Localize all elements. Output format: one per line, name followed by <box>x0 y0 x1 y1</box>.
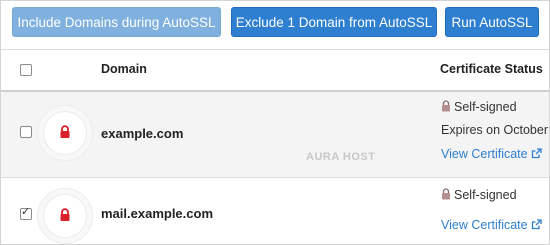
column-header-domain[interactable]: Domain <box>101 62 147 76</box>
lock-icon <box>60 125 70 138</box>
ssl-status-badge <box>43 111 87 155</box>
lock-icon <box>60 208 70 221</box>
external-link-icon <box>531 148 542 159</box>
table-header: Domain Certificate Status <box>1 49 549 92</box>
exclude-domain-button[interactable]: Exclude 1 Domain from AutoSSL <box>231 7 437 37</box>
table-row: example.com Self-signed Expires on Octob… <box>1 92 549 178</box>
include-domains-button[interactable]: Include Domains during AutoSSL <box>12 7 221 37</box>
select-all-checkbox[interactable] <box>20 64 32 76</box>
ssl-status-badge <box>43 194 87 238</box>
view-certificate-link[interactable]: View Certificate <box>441 218 542 232</box>
table-row: mail.example.com Self-signed View Certif… <box>1 178 549 244</box>
run-autossl-button[interactable]: Run AutoSSL <box>445 7 539 37</box>
domain-name: mail.example.com <box>101 206 213 221</box>
autossl-panel: Include Domains during AutoSSL Exclude 1… <box>0 0 550 245</box>
column-header-certificate-status[interactable]: Certificate Status <box>440 62 543 76</box>
expiry-text: Expires on October <box>441 123 548 137</box>
external-link-icon <box>531 219 542 230</box>
status-text: Self-signed <box>454 100 517 114</box>
view-certificate-label: View Certificate <box>441 218 528 232</box>
row-checkbox[interactable] <box>20 126 32 138</box>
lock-icon <box>442 188 450 200</box>
view-certificate-link[interactable]: View Certificate <box>441 147 542 161</box>
view-certificate-label: View Certificate <box>441 147 528 161</box>
lock-icon <box>442 100 450 112</box>
row-checkbox[interactable] <box>20 205 32 220</box>
domain-name: example.com <box>101 126 184 141</box>
watermark-logo: AURA HOST <box>306 151 376 163</box>
status-text: Self-signed <box>454 188 517 202</box>
